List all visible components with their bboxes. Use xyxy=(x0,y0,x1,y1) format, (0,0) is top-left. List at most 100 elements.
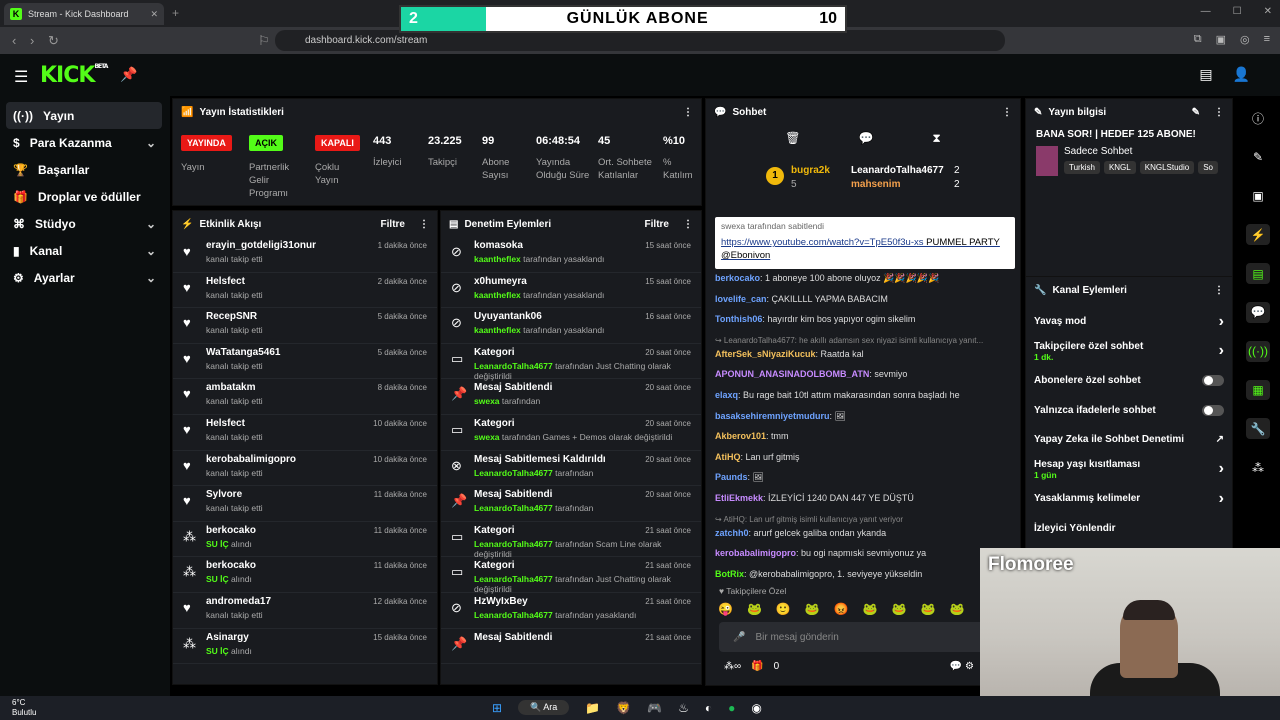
app-icon[interactable]: ◐ xyxy=(705,701,712,715)
reload-icon[interactable]: ↻ xyxy=(48,33,59,49)
event-row[interactable]: ♥ Sylvore kanalı takip etti 11 dakika önce xyxy=(173,486,437,522)
folder-icon[interactable]: 📁 xyxy=(585,701,600,715)
chat-bubble-icon[interactable]: 💬 xyxy=(859,131,874,146)
sidebar-item-basarilar[interactable]: 🏆 Başarılar xyxy=(0,156,162,183)
profile-icon[interactable]: ◎ xyxy=(1240,33,1250,46)
event-row[interactable]: ⁂ Asinargy SU İÇ alındı 15 dakika önce xyxy=(173,629,437,665)
channel-action-3[interactable]: Yalnızca ifadelerle sohbet xyxy=(1026,396,1232,426)
chat-message[interactable]: Akberov101: tmm xyxy=(715,430,1015,443)
pinned-link[interactable]: https://www.youtube.com/watch?v=TpE50f3u… xyxy=(721,237,924,248)
info-icon[interactable]: ⓘ xyxy=(1246,108,1270,129)
mod-row[interactable]: ⊘ Uyuyantank06 kaantheflex tarafından yasa… xyxy=(441,308,701,344)
emote-icon[interactable]: 🙂 xyxy=(776,602,791,616)
chat-username[interactable]: EtliEkmekk xyxy=(715,493,763,503)
doc-icon[interactable]: ▤ xyxy=(1246,263,1270,284)
edit-icon[interactable]: ✎ xyxy=(1192,107,1200,118)
bolt-icon[interactable]: ⚡ xyxy=(1246,224,1270,246)
filter-button[interactable]: Filtre xyxy=(645,219,669,230)
pencil-icon[interactable]: ✎ xyxy=(1246,147,1270,168)
chat-username[interactable]: Akberov101 xyxy=(715,431,766,441)
pin-icon[interactable]: 📌 xyxy=(120,66,137,83)
sidebar-item-kanal[interactable]: ▮ Kanal ⌄ xyxy=(0,237,162,264)
event-row[interactable]: ♥ kerobabalimigopro kanalı takip etti 10 da… xyxy=(173,451,437,487)
chat-message[interactable]: kerobabalimigopro: bu ogi napmıski sevmi… xyxy=(715,547,1015,560)
chat-username[interactable]: APONUN_ANASINADOLBOMB_ATN xyxy=(715,369,869,379)
chat-username[interactable]: lovelife_can xyxy=(715,294,767,304)
event-row[interactable]: ♥ andromeda17 kanalı takip etti 12 dakika ö… xyxy=(173,593,437,629)
tag[interactable]: Turkish xyxy=(1064,161,1100,174)
bookmark-icon[interactable]: ⚐ xyxy=(258,33,270,49)
channel-action-2[interactable]: Abonelere özel sohbet xyxy=(1026,366,1232,396)
discord-icon[interactable]: 🎮 xyxy=(647,701,662,715)
event-row[interactable]: ♥ Helsfect kanalı takip etti 2 dakika önce xyxy=(173,273,437,309)
chat-message[interactable]: EtliEkmekk: İZLEYİCİ 1240 DAN 447 YE DÜŞ… xyxy=(715,492,1015,505)
chat-message[interactable]: basaksehiremniyetmuduru: 🖼 xyxy=(715,410,1015,423)
tag[interactable]: KNGLStudio xyxy=(1139,161,1195,174)
channel-action-5[interactable]: Hesap yaşı kısıtlaması 1 gün › xyxy=(1026,455,1232,485)
chat-username[interactable]: kerobabalimigopro xyxy=(715,548,796,558)
chat-message[interactable]: lovelife_can: ÇAKILLLL YAPMA BABACIM xyxy=(715,293,1015,306)
chat-settings-icon[interactable]: 💬 ⚙ xyxy=(950,661,974,672)
toggle-switch[interactable] xyxy=(1202,375,1224,387)
avatar[interactable]: 👤 xyxy=(1233,66,1250,83)
mod-row[interactable]: 📌 Mesaj Sabitlendi 21 saat önce xyxy=(441,629,701,665)
channel-action-4[interactable]: Yapay Zeka ile Sohbet Denetimi ↗ xyxy=(1026,425,1232,455)
channel-points-icon[interactable]: ⁂∞ xyxy=(724,661,741,672)
more-icon[interactable]: ⋮ xyxy=(1002,107,1012,118)
mod-row[interactable]: ⊗ Mesaj Sabitlemesi Kaldırıldı LeanardoTal… xyxy=(441,451,701,487)
event-row[interactable]: ⁂ berkocako SU İÇ alındı 11 dakika önce xyxy=(173,522,437,558)
chat-username[interactable]: Paunds xyxy=(715,472,748,482)
emote-icon[interactable]: 🐸 xyxy=(921,602,936,616)
chat-username[interactable]: Tonthish06 xyxy=(715,314,762,324)
chat-message[interactable]: AtiHQ: Lan urf gitmiş xyxy=(715,451,1015,464)
hourglass-icon[interactable]: ⧗ xyxy=(932,131,940,146)
toggle-switch[interactable] xyxy=(1202,404,1224,416)
mic-icon[interactable]: 🎤 xyxy=(733,632,745,643)
more-icon[interactable]: ⋮ xyxy=(419,219,429,230)
chevron-right-icon[interactable]: › xyxy=(1219,490,1224,508)
cards-icon[interactable]: ▤ xyxy=(1199,66,1212,83)
forward-icon[interactable]: › xyxy=(30,33,34,48)
points-icon[interactable]: ⁂ xyxy=(1246,457,1270,478)
chat-message[interactable]: zatchh0: arurf gelcek galiba ondan ykand… xyxy=(715,527,1015,540)
brave-icon[interactable]: 🦁 xyxy=(616,701,631,715)
windows-start-icon[interactable]: ⊞ xyxy=(492,701,502,715)
menu-icon[interactable]: ≡ xyxy=(1264,33,1270,46)
stats-icon[interactable]: ▦ xyxy=(1246,379,1270,401)
filter-button[interactable]: Filtre xyxy=(381,219,405,230)
channel-action-6[interactable]: Yasaklanmış kelimeler › xyxy=(1026,484,1232,514)
chat-message[interactable]: Paunds: 🖼 xyxy=(715,471,1015,484)
taskbar-search[interactable]: 🔍 Ara xyxy=(518,700,570,715)
broadcast-icon[interactable]: ((·)) xyxy=(1246,340,1270,362)
channel-action-1[interactable]: Takipçilere özel sohbet 1 dk. › xyxy=(1026,337,1232,367)
emote-icon[interactable]: 🐸 xyxy=(747,602,762,616)
external-link-icon[interactable]: ↗ xyxy=(1216,434,1224,445)
emote-icon[interactable]: 😜 xyxy=(718,602,733,616)
kick-logo[interactable]: KICKBETA xyxy=(40,63,108,88)
close-window-icon[interactable]: ✕ xyxy=(1264,6,1272,17)
gift-icon[interactable]: 🎁 xyxy=(751,661,763,672)
event-row[interactable]: ⁂ berkocako SU İÇ alındı 11 dakika önce xyxy=(173,557,437,593)
emote-icon[interactable]: 🐸 xyxy=(805,602,820,616)
event-row[interactable]: ♥ RecepSNR kanalı takip etti 5 dakika önce xyxy=(173,308,437,344)
event-row[interactable]: ♥ Helsfect kanalı takip etti 10 dakika önce xyxy=(173,415,437,451)
sidebar-item-ayarlar[interactable]: ⚙ Ayarlar ⌄ xyxy=(0,264,162,291)
mod-row[interactable]: 📌 Mesaj Sabitlendi LeanardoTalha4677 taraf… xyxy=(441,486,701,522)
mod-row[interactable]: ▭ Kategori LeanardoTalha4677 tarafından Ju… xyxy=(441,344,701,381)
obs-icon[interactable]: ◉ xyxy=(751,701,761,715)
pinned-message[interactable]: swexa tarafından sabitlendi https://www.… xyxy=(715,217,1015,269)
mod-row[interactable]: ▭ Kategori LeanardoTalha4677 tarafından Ju… xyxy=(441,557,701,594)
emote-icon[interactable]: 🐸 xyxy=(863,602,878,616)
mod-row[interactable]: 📌 Mesaj Sabitlendi swexa tarafından 20 saat… xyxy=(441,379,701,415)
more-icon[interactable]: ⋮ xyxy=(683,219,693,230)
chevron-right-icon[interactable]: › xyxy=(1219,313,1224,331)
spotify-icon[interactable]: ● xyxy=(728,701,735,715)
chat-username[interactable]: basaksehiremniyetmuduru xyxy=(715,411,830,421)
mod-row[interactable]: ⊘ komasoka kaantheflex tarafından yasaklan… xyxy=(441,237,701,273)
steam-icon[interactable]: ♨ xyxy=(678,701,689,715)
minimize-icon[interactable]: — xyxy=(1201,6,1211,17)
channel-action-7[interactable]: İzleyici Yönlendir xyxy=(1026,514,1232,544)
sidebar-item-droplar[interactable]: 🎁 Droplar ve ödüller xyxy=(0,183,162,210)
more-icon[interactable]: ⋮ xyxy=(1214,107,1224,118)
sidebar-item-yayin[interactable]: ((·)) Yayın xyxy=(6,102,162,129)
